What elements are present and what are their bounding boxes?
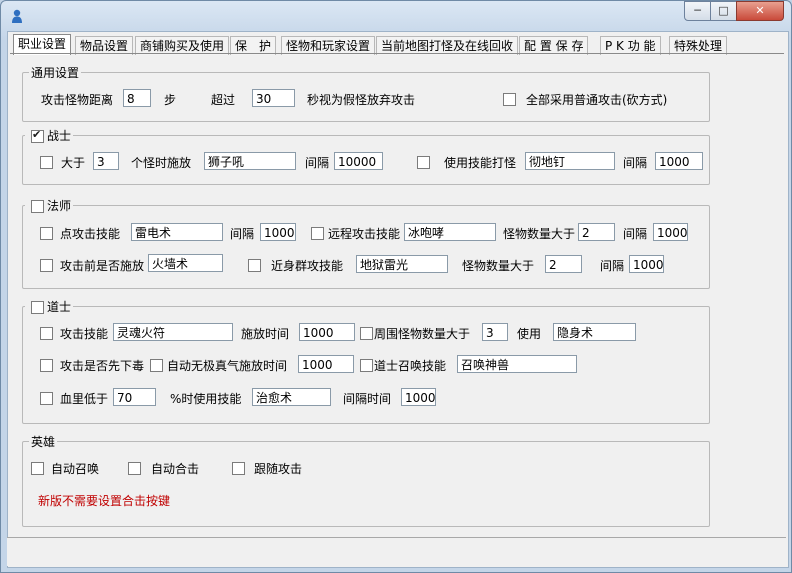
warrior-gt-label: 大于 [61, 156, 86, 170]
warrior-group: 战士 大于 3 个怪时施放 狮子吼 间隔 10000 使用技能打怪 彻地钉 间隔… [22, 127, 710, 185]
minimize-button[interactable]: ─ [684, 1, 711, 21]
attack-distance-input[interactable]: 8 [123, 89, 151, 107]
taoist-attack-skill-checkbox[interactable] [40, 327, 53, 340]
taoist-hp-skill-label: %时使用技能 [170, 392, 242, 406]
attack-distance-label: 攻击怪物距离 [41, 93, 114, 107]
mage-enable-checkbox[interactable] [31, 200, 44, 213]
warrior-interval1-input[interactable]: 10000 [334, 152, 383, 170]
taoist-hp-low-label: 血里低于 [60, 392, 109, 406]
taoist-auto-shield-input[interactable]: 1000 [298, 355, 354, 373]
warrior-enable-checkbox[interactable] [31, 128, 44, 143]
warrior-gt-input[interactable]: 3 [93, 152, 119, 170]
warrior-interval-label: 间隔 [305, 156, 330, 170]
taoist-around-count-checkbox[interactable] [360, 327, 373, 340]
taoist-around-count-label: 周围怪物数量大于 [374, 327, 471, 341]
hero-auto-summon-checkbox[interactable] [31, 462, 44, 475]
all-normal-attack-checkbox[interactable] [503, 93, 516, 106]
mage-remote-count-input[interactable]: 2 [578, 223, 615, 241]
taoist-hp-skill-input[interactable]: 治愈术 [252, 388, 331, 406]
taoist-summon-checkbox[interactable] [360, 359, 373, 372]
taoist-auto-shield-label: 自动无极真气施放时间 [167, 359, 288, 373]
hero-follow-attack-label: 跟随攻击 [254, 462, 303, 476]
close-button[interactable]: ✕ [736, 1, 784, 21]
warrior-skill2-input[interactable]: 彻地钉 [525, 152, 615, 170]
taoist-poison-first-label: 攻击是否先下毒 [60, 359, 145, 373]
tab-panel: 通用设置 攻击怪物距离 8 步 超过 30 秒视为假怪放弃攻击 全部采用普通攻击… [10, 53, 784, 539]
hero-title: 英雄 [29, 433, 58, 450]
general-settings-group: 通用设置 攻击怪物距离 8 步 超过 30 秒视为假怪放弃攻击 全部采用普通攻击… [22, 64, 710, 122]
taoist-use-label: 使用 [517, 327, 542, 341]
warrior-interval2-label: 间隔 [623, 156, 648, 170]
taoist-cast-time-input[interactable]: 1000 [299, 323, 355, 341]
hero-note: 新版不需要设置合击按键 [38, 494, 171, 508]
taoist-interval-time-label: 间隔时间 [343, 392, 392, 406]
warrior-monsters-cast-label: 个怪时施放 [131, 156, 192, 170]
taoist-poison-first-checkbox[interactable] [40, 359, 53, 372]
over-label: 超过 [211, 93, 236, 107]
steps-label: 步 [164, 93, 177, 107]
mage-group: 法师 点攻击技能 雷电术 间隔 1000 远程攻击技能 冰咆哮 怪物数量大于 2… [22, 197, 710, 289]
app-window: ─ □ ✕ 职业设置 物品设置 商铺购买及使用 保 护 怪物和玩家设置 当前地图… [0, 0, 792, 573]
taoist-summon-input[interactable]: 召唤神兽 [457, 355, 577, 373]
hero-auto-summon-label: 自动召唤 [51, 462, 100, 476]
taoist-summon-label: 道士召唤技能 [374, 359, 447, 373]
mage-point-interval-label: 间隔 [230, 227, 255, 241]
taoist-around-count-input[interactable]: 3 [482, 323, 508, 341]
mage-remote-count-label: 怪物数量大于 [503, 227, 576, 241]
maximize-button[interactable]: □ [710, 1, 737, 21]
mage-remote-interval-input[interactable]: 1000 [653, 223, 688, 241]
mage-melee-label: 近身群攻技能 [271, 259, 344, 273]
mage-remote-attack-checkbox[interactable] [311, 227, 324, 240]
mage-before-attack-label: 攻击前是否施放 [60, 259, 145, 273]
taoist-attack-skill-input[interactable]: 灵魂火符 [113, 323, 233, 341]
mage-remote-skill-input[interactable]: 冰咆哮 [404, 223, 496, 241]
app-icon [11, 9, 23, 23]
mage-melee-interval-input[interactable]: 1000 [629, 255, 664, 273]
mage-before-attack-checkbox[interactable] [40, 259, 53, 272]
mage-melee-count-label: 怪物数量大于 [462, 259, 535, 273]
taoist-attack-skill-label: 攻击技能 [60, 327, 109, 341]
taoist-hp-low-checkbox[interactable] [40, 392, 53, 405]
warrior-gt-checkbox[interactable] [40, 156, 53, 169]
taoist-enable-checkbox[interactable] [31, 301, 44, 314]
taoist-use-skill-input[interactable]: 隐身术 [553, 323, 636, 341]
hero-group: 英雄 自动召唤 自动合击 跟随攻击 新版不需要设置合击按键 [22, 433, 710, 527]
mage-point-interval-input[interactable]: 1000 [260, 223, 296, 241]
hero-auto-combo-label: 自动合击 [151, 462, 200, 476]
taoist-interval-time-input[interactable]: 1000 [401, 388, 436, 406]
warrior-skill1-input[interactable]: 狮子吼 [204, 152, 296, 170]
client-area: 职业设置 物品设置 商铺购买及使用 保 护 怪物和玩家设置 当前地图打怪及在线回… [7, 31, 789, 568]
taoist-group: 道士 攻击技能 灵魂火符 施放时间 1000 周围怪物数量大于 3 使用 隐身术… [22, 298, 710, 424]
seconds-label: 秒视为假怪放弃攻击 [307, 93, 416, 107]
mage-point-skill-input[interactable]: 雷电术 [131, 223, 223, 241]
general-settings-title: 通用设置 [29, 64, 82, 81]
mage-remote-attack-label: 远程攻击技能 [328, 227, 401, 241]
warrior-use-skill-label: 使用技能打怪 [444, 156, 517, 170]
taoist-auto-shield-checkbox[interactable] [150, 359, 163, 372]
warrior-use-skill-checkbox[interactable] [417, 156, 430, 169]
status-bar [7, 537, 786, 566]
mage-before-skill-input[interactable]: 火墙术 [148, 254, 223, 272]
warrior-interval2-input[interactable]: 1000 [655, 152, 703, 170]
mage-point-attack-checkbox[interactable] [40, 227, 53, 240]
over-seconds-input[interactable]: 30 [252, 89, 295, 107]
hero-follow-attack-checkbox[interactable] [232, 462, 245, 475]
all-normal-attack-label: 全部采用普通攻击(砍方式) [526, 93, 668, 107]
mage-point-attack-label: 点攻击技能 [60, 227, 121, 241]
tab-job-settings[interactable]: 职业设置 [13, 34, 72, 55]
mage-melee-skill-input[interactable]: 地狱雷光 [356, 255, 448, 273]
mage-melee-count-input[interactable]: 2 [545, 255, 582, 273]
mage-melee-interval-label: 间隔 [600, 259, 625, 273]
taoist-hp-low-input[interactable]: 70 [113, 388, 156, 406]
mage-melee-checkbox[interactable] [248, 259, 261, 272]
hero-auto-combo-checkbox[interactable] [128, 462, 141, 475]
taoist-cast-time-label: 施放时间 [241, 327, 290, 341]
mage-remote-interval-label: 间隔 [623, 227, 648, 241]
